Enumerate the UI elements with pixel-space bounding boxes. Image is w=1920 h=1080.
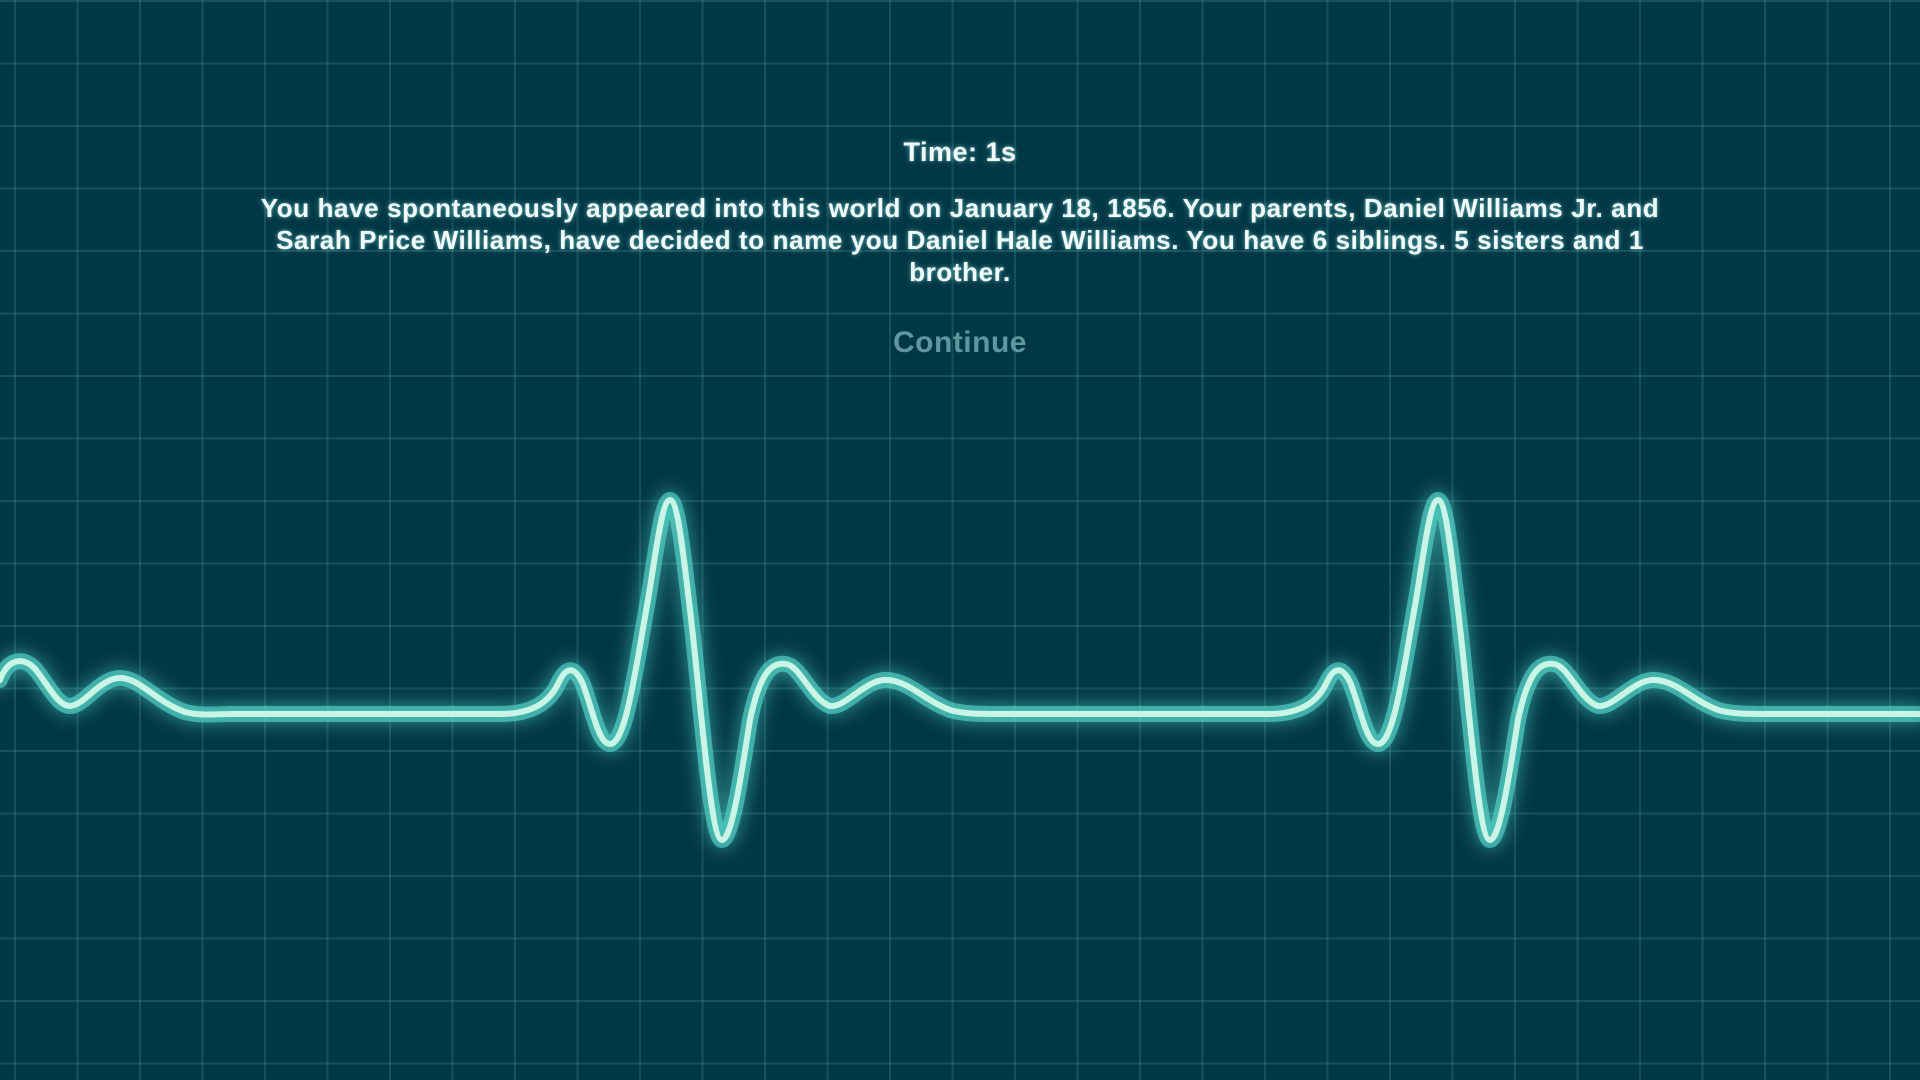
story-panel: Time: 1s You have spontaneously appeared… bbox=[230, 132, 1690, 364]
game-screen: Time: 1s You have spontaneously appeared… bbox=[0, 0, 1920, 1080]
timer-label: Time: 1s bbox=[903, 137, 1017, 167]
story-text: You have spontaneously appeared into thi… bbox=[260, 193, 1660, 287]
continue-button[interactable]: Continue bbox=[881, 322, 1039, 364]
